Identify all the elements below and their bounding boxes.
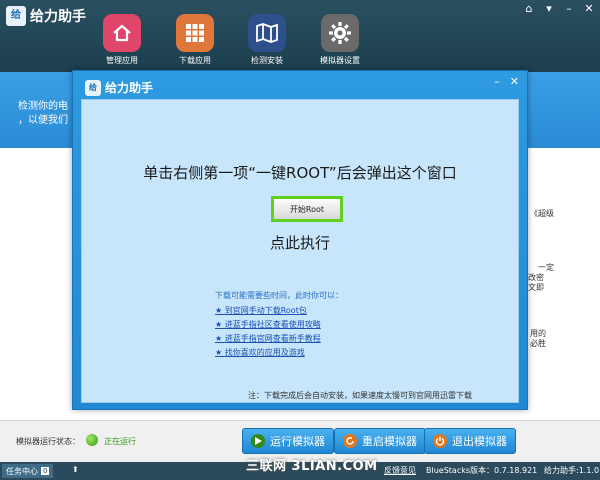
nav-label: 模拟器设置 bbox=[320, 56, 360, 65]
link-label: 进蓝手指官网查看新手教程 bbox=[224, 334, 321, 343]
dialog-controls: – ✕ bbox=[494, 75, 519, 88]
feedback-label: 反馈意见 bbox=[384, 466, 416, 475]
window-controls: ⌂ ▾ – ✕ bbox=[522, 2, 596, 15]
dialog-body: 单击右侧第一项“一键ROOT”后会弹出这个窗口 开始Root 点此执行 下载可能… bbox=[81, 99, 519, 403]
dialog-logo-icon: 给 bbox=[85, 79, 101, 96]
close-icon[interactable]: ✕ bbox=[510, 75, 519, 88]
status-indicator-icon bbox=[86, 434, 98, 446]
status-label: 模拟器运行状态： bbox=[16, 437, 80, 446]
task-count-badge: 0 bbox=[41, 467, 50, 475]
dialog-headline: 单击右侧第一项“一键ROOT”后会弹出这个窗口 bbox=[143, 164, 457, 182]
exit-emulator-button[interactable]: 退出模拟器 bbox=[424, 428, 516, 454]
task-center-label: 任务中心 bbox=[6, 466, 38, 476]
app-version: 给力助手:1.1.0 bbox=[544, 466, 600, 475]
link-find-apps[interactable]: ★ 找你喜欢的应用及游戏 bbox=[215, 347, 305, 358]
minimize-icon[interactable]: – bbox=[494, 75, 500, 88]
strip-text-line1: 检测你的电 bbox=[18, 101, 68, 112]
map-icon bbox=[248, 14, 286, 52]
link-community-guide[interactable]: ★ 进蓝手指社区查看使用攻略 bbox=[215, 319, 321, 330]
strip-text-line2: ，以便我们 bbox=[18, 115, 68, 126]
nav-label: 下载应用 bbox=[179, 56, 211, 65]
restart-icon bbox=[343, 434, 357, 448]
link-download-root[interactable]: ★ 到官网手动下载Root包 bbox=[215, 305, 307, 316]
link-tutorial[interactable]: ★ 进蓝手指官网查看新手教程 bbox=[215, 333, 321, 344]
restart-emulator-button[interactable]: 重启模拟器 bbox=[334, 428, 426, 454]
upload-icon[interactable]: ⬆ bbox=[72, 465, 79, 474]
main-header: 给 给力助手 ⌂ ▾ – ✕ 管理应用 下载应用 检测安装 模拟器设置 bbox=[0, 0, 600, 72]
nav-manage-apps[interactable]: 管理应用 bbox=[92, 14, 152, 66]
status-value: 正在运行 bbox=[104, 437, 136, 446]
restart-emulator-label: 重启模拟器 bbox=[362, 435, 417, 448]
link-label: 到官网手动下载Root包 bbox=[224, 306, 307, 315]
side-fragment: 文即 bbox=[528, 283, 544, 292]
run-emulator-label: 运行模拟器 bbox=[270, 435, 325, 448]
app-title: 给力助手 bbox=[30, 9, 86, 25]
menu-icon[interactable]: ▾ bbox=[542, 2, 556, 15]
nav-label: 检测安装 bbox=[251, 56, 283, 65]
grid-icon bbox=[176, 14, 214, 52]
dialog-title: 给力助手 bbox=[105, 81, 154, 95]
dialog-subhead: 点此执行 bbox=[269, 234, 330, 252]
side-fragment: 《超级 bbox=[530, 209, 554, 218]
download-info: 下载可能需要些时间，此时你可以： bbox=[215, 291, 343, 300]
dialog-logo: 给 给力助手 bbox=[85, 79, 153, 96]
minimize-icon[interactable]: – bbox=[562, 2, 576, 15]
run-emulator-button[interactable]: 运行模拟器 bbox=[242, 428, 334, 454]
nav-download-apps[interactable]: 下载应用 bbox=[165, 14, 225, 66]
play-icon bbox=[251, 434, 265, 448]
site-watermark: 三联网 3LIAN.COM bbox=[246, 459, 378, 474]
close-icon[interactable]: ✕ bbox=[582, 2, 596, 15]
feedback-link[interactable]: 反馈意见 bbox=[384, 465, 416, 476]
gear-icon bbox=[321, 14, 359, 52]
link-label: 进蓝手指社区查看使用攻略 bbox=[224, 320, 321, 329]
app-logo: 给 给力助手 bbox=[6, 6, 86, 26]
link-label: 找你喜欢的应用及游戏 bbox=[224, 348, 305, 357]
start-root-button[interactable]: 开始Root bbox=[271, 196, 343, 222]
root-dialog: 给 给力助手 – ✕ 单击右侧第一项“一键ROOT”后会弹出这个窗口 开始Roo… bbox=[72, 70, 528, 410]
app-logo-icon: 给 bbox=[6, 6, 26, 26]
nav-detect-install[interactable]: 检测安装 bbox=[237, 14, 297, 66]
power-icon bbox=[433, 434, 447, 448]
bluestacks-version: BlueStacks版本：0.7.18.921 bbox=[426, 466, 538, 475]
download-note: 注：下载完成后会自动安装，如果速度太慢可到官网用迅雷下载 bbox=[248, 391, 472, 400]
task-center-button[interactable]: 任务中心 0 bbox=[2, 464, 54, 478]
exit-emulator-label: 退出模拟器 bbox=[452, 435, 507, 448]
house-icon bbox=[103, 14, 141, 52]
home-icon[interactable]: ⌂ bbox=[522, 2, 536, 15]
nav-emulator-settings[interactable]: 模拟器设置 bbox=[310, 14, 370, 66]
side-fragment: 必胜 bbox=[530, 339, 546, 348]
nav-label: 管理应用 bbox=[106, 56, 138, 65]
